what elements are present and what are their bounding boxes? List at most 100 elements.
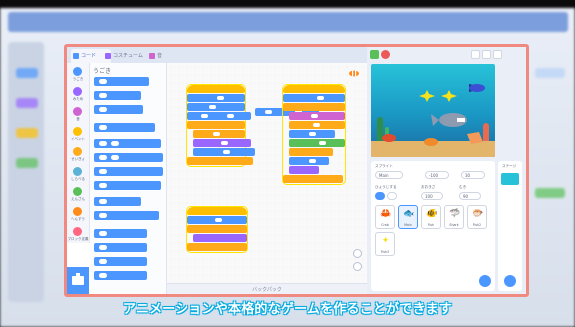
- category-sensing[interactable]: しらべる: [67, 165, 89, 185]
- sprite-tile[interactable]: 🐡 Fish2: [467, 205, 487, 229]
- stage-selector[interactable]: ステージ: [498, 161, 522, 291]
- category-control[interactable]: せいぎょ: [67, 145, 89, 165]
- palette-block[interactable]: [94, 91, 141, 100]
- background-block: [535, 68, 565, 78]
- category-dot: [73, 67, 82, 76]
- category-dot: [73, 147, 82, 156]
- sprite-tile[interactable]: 🐠 Fish: [421, 205, 441, 229]
- background-block: [16, 68, 38, 78]
- script-area[interactable]: バックパック: [167, 63, 367, 294]
- script-block: [289, 121, 345, 129]
- script-block: [289, 148, 333, 156]
- palette-block[interactable]: [94, 167, 163, 176]
- script-block: [187, 112, 251, 120]
- palette-block[interactable]: [94, 123, 155, 132]
- palette-block[interactable]: [94, 243, 147, 252]
- tab-code-label: コード: [81, 53, 97, 59]
- palette-block[interactable]: [94, 229, 147, 238]
- palette-block[interactable]: [94, 257, 147, 266]
- category-label: しらべる: [71, 177, 85, 181]
- palette-block[interactable]: [94, 77, 149, 86]
- add-extension-button[interactable]: [67, 267, 89, 294]
- backpack-bar[interactable]: バックパック: [167, 283, 367, 294]
- script-block: [187, 243, 247, 251]
- category-sound[interactable]: 音: [67, 105, 89, 125]
- script-block: [187, 207, 247, 215]
- extension-icon: [72, 273, 84, 285]
- sprite-tile[interactable]: ✦ Fish3: [375, 232, 395, 256]
- code-icon: [73, 53, 79, 59]
- scratch-editor-window: コード コスチューム 音 うごき みため 音 イベント せいぎょ しらべる えん…: [64, 44, 529, 297]
- script-block: [283, 85, 345, 93]
- tab-sounds[interactable]: 音: [147, 49, 179, 63]
- palette-block[interactable]: [94, 211, 159, 220]
- script-block: [193, 130, 245, 138]
- category-operators[interactable]: えんざん: [67, 185, 89, 205]
- category-label: うごき: [72, 77, 84, 81]
- add-backdrop-button[interactable]: [504, 275, 516, 287]
- script-stack[interactable]: [186, 206, 248, 253]
- small-stage-icon[interactable]: [471, 50, 480, 59]
- palette-block[interactable]: [94, 105, 143, 114]
- zoom-out-icon[interactable]: [353, 262, 362, 271]
- direction-field[interactable]: 90: [459, 192, 481, 200]
- stage-scene: [382, 84, 485, 146]
- category-label: みため: [72, 97, 84, 101]
- category-my-blocks[interactable]: ブロック定義: [67, 225, 89, 245]
- sprite-glyph: 🦀: [380, 209, 392, 219]
- category-variables[interactable]: へんすう: [67, 205, 89, 225]
- sprite-name: Crab: [381, 223, 389, 227]
- size-field[interactable]: 100: [421, 192, 443, 200]
- script-block: [187, 216, 247, 224]
- category-dot: [73, 127, 82, 136]
- script-block: [187, 94, 245, 102]
- category-label: せいぎょ: [71, 157, 85, 161]
- palette-block[interactable]: [94, 271, 147, 280]
- x-field[interactable]: -100: [425, 171, 449, 179]
- script-block: [187, 157, 253, 165]
- palette-block[interactable]: [94, 153, 163, 162]
- sprite-name: Shark: [449, 223, 459, 227]
- background-block: [16, 158, 38, 168]
- category-dot: [73, 87, 82, 96]
- script-block: [193, 234, 247, 242]
- video-frame: コード コスチューム 音 うごき みため 音 イベント せいぎょ しらべる えん…: [0, 0, 575, 327]
- add-sprite-button[interactable]: [479, 275, 491, 287]
- script-block: [289, 112, 345, 120]
- tab-costumes-label: コスチューム: [113, 53, 143, 59]
- zoom-in-icon[interactable]: [353, 249, 362, 258]
- show-label: ひょうじする: [375, 185, 397, 189]
- show-toggle[interactable]: [375, 192, 385, 200]
- green-flag-icon[interactable]: [370, 50, 379, 59]
- palette-block[interactable]: [94, 197, 141, 206]
- stage-canvas[interactable]: [371, 64, 495, 157]
- y-field[interactable]: 30: [461, 171, 485, 179]
- sprite-label: スプライト: [375, 164, 393, 168]
- direction-label: むき: [459, 185, 467, 189]
- sprite-name-field[interactable]: Main: [375, 171, 403, 179]
- category-motion[interactable]: うごき: [67, 65, 89, 85]
- sprite-glyph: 🦈: [449, 209, 461, 219]
- category-label: ブロック定義: [67, 237, 89, 241]
- stage-thumbnail: [501, 173, 519, 185]
- background-menu-bar: [8, 12, 568, 32]
- stop-icon[interactable]: [381, 50, 390, 59]
- sprite-tile[interactable]: 🦀 Crab: [375, 205, 395, 229]
- script-stack[interactable]: [282, 84, 346, 185]
- sprite-glyph: 🐡: [472, 209, 484, 219]
- palette-block[interactable]: [94, 181, 161, 190]
- hide-toggle[interactable]: [387, 192, 397, 200]
- background-block: [16, 128, 38, 138]
- large-stage-icon[interactable]: [482, 50, 491, 59]
- sprite-tile-selected[interactable]: 🐟 Main: [398, 205, 418, 229]
- sprite-tile[interactable]: 🦈 Shark: [444, 205, 464, 229]
- background-block: [16, 98, 38, 108]
- category-events[interactable]: イベント: [67, 125, 89, 145]
- sprite-glyph: ✦: [381, 236, 390, 246]
- palette-block[interactable]: [94, 139, 161, 148]
- fullscreen-icon[interactable]: [493, 50, 502, 59]
- category-looks[interactable]: みため: [67, 85, 89, 105]
- script-block: [283, 175, 343, 183]
- script-stack[interactable]: [186, 84, 255, 167]
- category-dot: [73, 207, 82, 216]
